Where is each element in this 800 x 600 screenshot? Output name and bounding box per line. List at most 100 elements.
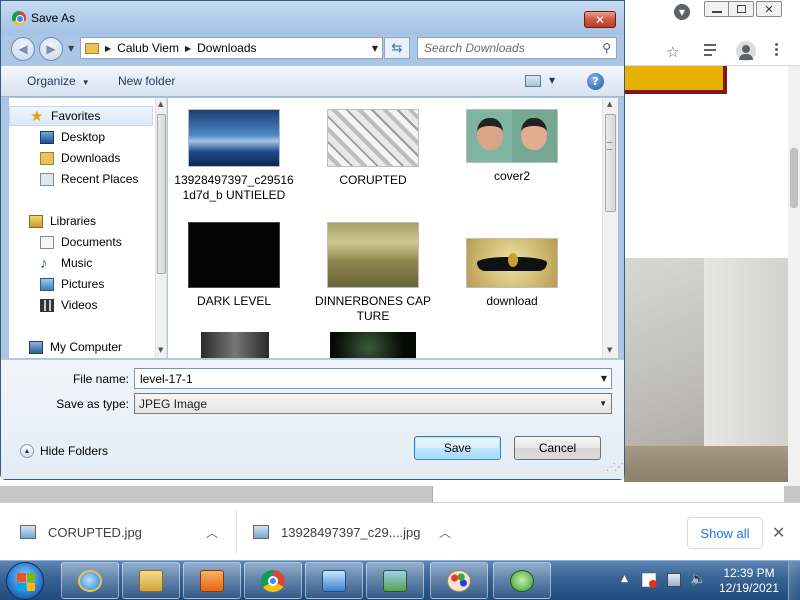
- taskbar: ▲ 🔈 12:39 PM 12/19/2021: [0, 560, 800, 600]
- download-item[interactable]: 13928497397_c29....jpg ︿: [253, 513, 463, 551]
- restore-icon[interactable]: [728, 1, 754, 17]
- refresh-icon[interactable]: ⇆: [384, 37, 410, 59]
- file-name-input[interactable]: [135, 369, 591, 388]
- taskbar-internet-explorer[interactable]: [61, 562, 119, 599]
- system-clock[interactable]: 12:39 PM 12/19/2021: [716, 566, 782, 596]
- chevron-down-icon[interactable]: ▼: [601, 374, 607, 383]
- hide-folders-label: Hide Folders: [40, 444, 109, 458]
- nav-item-videos[interactable]: Videos: [9, 295, 153, 315]
- network-icon[interactable]: [667, 573, 681, 587]
- save-type-select[interactable]: JPEG Image ▼: [134, 393, 612, 414]
- paint-palette-icon: [447, 569, 471, 592]
- action-center-flag-icon[interactable]: [642, 573, 657, 588]
- download-item[interactable]: CORUPTED.jpg ︿: [20, 513, 230, 551]
- save-button[interactable]: Save: [414, 436, 501, 460]
- taskbar-control-panel[interactable]: [305, 562, 363, 599]
- browser-menu-icon[interactable]: [775, 43, 779, 57]
- wings-thumbnail-icon: [466, 238, 558, 288]
- recent-locations-caret-icon[interactable]: ▼: [68, 44, 74, 53]
- media-queue-icon[interactable]: [704, 44, 720, 56]
- file-item[interactable]: 13928497397_c295161d7d_b UNTIELED: [174, 109, 294, 203]
- nav-item-documents[interactable]: Documents: [9, 232, 153, 252]
- file-list-scrollbar[interactable]: ▲ ▼: [602, 98, 618, 358]
- file-item[interactable]: DINNERBONES CAPTURE: [313, 222, 433, 324]
- dialog-titlebar[interactable]: Save As ✕: [1, 1, 624, 35]
- file-item[interactable]: cover2: [452, 109, 572, 184]
- profile-menu-icon[interactable]: ▼: [674, 4, 690, 20]
- address-dropdown-icon[interactable]: ▼: [372, 44, 378, 53]
- cancel-button[interactable]: Cancel: [514, 436, 601, 460]
- file-name: DARK LEVEL: [196, 294, 272, 308]
- nav-item-desktop[interactable]: Desktop: [9, 127, 153, 147]
- bookmark-star-icon[interactable]: ☆: [666, 43, 679, 61]
- breadcrumb-separator-icon[interactable]: ▶: [185, 44, 191, 53]
- nav-item-music[interactable]: ♪ Music: [9, 253, 153, 273]
- page-scrollbar[interactable]: [788, 66, 800, 486]
- documents-icon: [40, 235, 54, 249]
- change-view-icon[interactable]: [525, 75, 541, 87]
- chevron-up-icon[interactable]: ︿: [206, 524, 218, 541]
- file-item[interactable]: CORUPTED: [313, 109, 433, 188]
- nav-item-pictures[interactable]: Pictures: [9, 274, 153, 294]
- resize-grip-icon[interactable]: ⋰⋰: [606, 462, 624, 473]
- breadcrumb-downloads[interactable]: Downloads: [197, 41, 256, 55]
- nav-item-downloads[interactable]: Downloads: [9, 148, 153, 168]
- volume-icon[interactable]: 🔈: [690, 573, 706, 587]
- chevron-up-icon[interactable]: ︿: [439, 524, 451, 541]
- taskbar-paint[interactable]: [430, 562, 488, 599]
- partial-thumbnail[interactable]: [330, 332, 416, 358]
- nav-label: Libraries: [50, 214, 97, 228]
- search-input[interactable]: [418, 38, 594, 58]
- taskbar-media-player[interactable]: [183, 562, 241, 599]
- windows-logo-icon: [17, 573, 35, 591]
- show-desktop-button[interactable]: [788, 561, 800, 600]
- divider: [236, 511, 237, 553]
- nav-favorites[interactable]: ★ Favorites: [9, 106, 153, 126]
- taskbar-chrome[interactable]: [244, 562, 302, 599]
- search-icon[interactable]: ⚲: [602, 41, 611, 55]
- search-box[interactable]: ⚲: [417, 37, 617, 59]
- taskbar-windows-update[interactable]: [493, 562, 551, 599]
- view-options-caret-icon[interactable]: ▼: [549, 76, 555, 85]
- organize-button[interactable]: Organize ▼: [27, 74, 90, 88]
- breadcrumb-user[interactable]: Calub Viem: [117, 41, 179, 55]
- nav-label: Pictures: [61, 277, 105, 291]
- navigation-scrollbar[interactable]: ▲ ▼: [155, 98, 166, 358]
- back-arrow-icon[interactable]: ◀: [11, 37, 35, 61]
- scroll-thumb[interactable]: [157, 114, 166, 274]
- start-button[interactable]: [6, 562, 44, 600]
- videos-icon: [40, 298, 54, 312]
- scroll-down-icon[interactable]: ▼: [158, 346, 163, 354]
- breadcrumb-separator-icon[interactable]: ▶: [105, 44, 111, 53]
- nav-item-recent-places[interactable]: Recent Places: [9, 169, 153, 189]
- minimize-icon[interactable]: [704, 1, 730, 17]
- scroll-thumb[interactable]: [605, 114, 616, 212]
- file-item[interactable]: download: [452, 238, 572, 309]
- scroll-down-icon[interactable]: ▼: [607, 346, 612, 354]
- scroll-up-icon[interactable]: ▲: [607, 100, 612, 108]
- address-bar[interactable]: ▶ Calub Viem ▶ Downloads ▼: [80, 37, 383, 59]
- taskbar-photo-viewer[interactable]: [366, 562, 424, 599]
- download-file-name: 13928497397_c29....jpg: [281, 524, 421, 540]
- partial-thumbnail[interactable]: [201, 332, 269, 358]
- hide-folders-button[interactable]: ▲ Hide Folders: [20, 444, 108, 458]
- taskbar-file-explorer[interactable]: [122, 562, 180, 599]
- dialog-close-button[interactable]: ✕: [584, 11, 616, 28]
- nav-my-computer[interactable]: My Computer: [9, 337, 153, 357]
- nav-libraries[interactable]: Libraries: [9, 211, 153, 231]
- help-icon[interactable]: ?: [587, 73, 604, 90]
- faces-thumbnail-icon: [466, 109, 558, 163]
- new-folder-button[interactable]: New folder: [118, 74, 175, 88]
- close-icon[interactable]: ✕: [772, 523, 785, 542]
- forward-arrow-icon[interactable]: ▶: [39, 37, 63, 61]
- save-type-label: Save as type:: [56, 397, 129, 411]
- chevron-down-icon[interactable]: ▼: [599, 399, 607, 408]
- scroll-up-icon[interactable]: ▲: [158, 100, 163, 108]
- file-name-field[interactable]: ▼: [134, 368, 612, 389]
- account-avatar-icon[interactable]: [736, 41, 756, 61]
- show-hidden-icons-icon[interactable]: ▲: [621, 574, 628, 584]
- browser-close-icon[interactable]: ✕: [756, 1, 782, 17]
- dark-thumbnail-icon: [188, 222, 280, 288]
- show-all-button[interactable]: Show all: [687, 517, 763, 549]
- file-item[interactable]: DARK LEVEL: [174, 222, 294, 309]
